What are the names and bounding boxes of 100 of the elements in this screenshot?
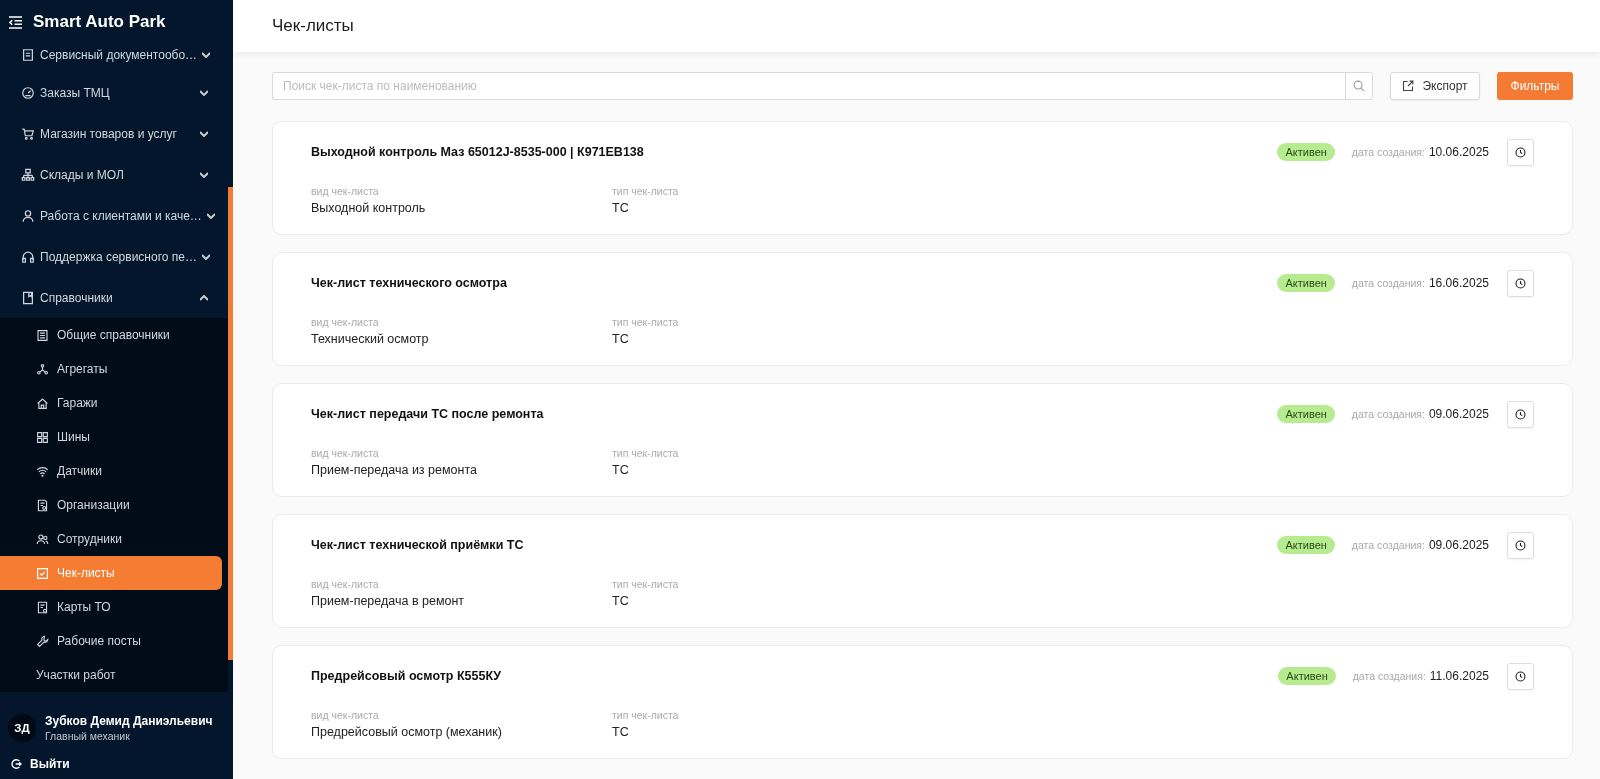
sidebar-item[interactable]: Поддержка сервисного пе… xyxy=(0,236,228,277)
status-badge: Активен xyxy=(1277,143,1335,161)
headset-icon xyxy=(21,249,35,264)
wrench-icon xyxy=(36,634,49,648)
sidebar-subitem[interactable]: Сотрудники xyxy=(0,522,222,556)
sidebar-item[interactable]: Работа с клиентами и каче… xyxy=(0,195,228,236)
cart-icon xyxy=(21,126,35,141)
sidebar-subitem[interactable]: Агрегаты xyxy=(0,352,222,386)
clock-icon xyxy=(1515,539,1526,551)
checklist-title: Выходной контроль Маз 65012J-8535-000 | К971ЕВ138 xyxy=(311,145,644,159)
clock-icon xyxy=(1515,277,1526,289)
field-label: вид чек-листа xyxy=(311,577,379,591)
status-badge: Активен xyxy=(1277,274,1335,292)
document-icon xyxy=(36,498,49,512)
field-label: тип чек-листа xyxy=(612,446,679,460)
user-name: Зубков Демид Даниэльевич xyxy=(45,714,213,728)
wifi-icon xyxy=(36,464,49,478)
field-value: Выходной контроль xyxy=(311,200,426,216)
history-button[interactable] xyxy=(1507,400,1534,428)
field-value: ТС xyxy=(612,593,629,609)
date-label: дата создания: xyxy=(1352,670,1426,682)
field-value: ТС xyxy=(612,462,629,478)
field-value: ТС xyxy=(612,331,629,347)
history-button[interactable] xyxy=(1507,662,1534,690)
field-value: Предрейсовый осмотр (механик) xyxy=(311,724,502,740)
checklist-title: Чек-лист технического осмотра xyxy=(311,276,507,290)
document-icon xyxy=(36,600,49,614)
clock-icon xyxy=(1515,408,1526,420)
field-value: Технический осмотр xyxy=(311,331,429,347)
grid-icon xyxy=(36,430,49,444)
sidebar-subitem[interactable]: Карты ТО xyxy=(0,590,222,624)
hierarchy-icon xyxy=(21,167,35,182)
history-button[interactable] xyxy=(1507,138,1534,166)
date-value: 09.06.2025 xyxy=(1428,407,1489,421)
page-title: Чек-листы xyxy=(272,16,354,36)
history-button[interactable] xyxy=(1507,269,1534,297)
nodes-icon xyxy=(36,362,49,376)
user-role: Главный механик xyxy=(45,730,131,742)
checklist-card[interactable]: Чек-лист технического осмотра Активен дата создания: 16.06.2025 вид чек-листа Технический осмотр тип чек-листа ТС xyxy=(272,252,1573,366)
checklist-card[interactable]: Предрейсовый осмотр К555КУ Активен дата создания: 11.06.2025 вид чек-листа Предрейсовый осмотр (механик) тип чек-листа ТС xyxy=(272,645,1573,759)
scrollbar-thumb[interactable] xyxy=(228,187,233,660)
avatar: ЗД xyxy=(8,714,36,742)
user-icon xyxy=(21,208,35,223)
field-value: Прием-передача из ремонта xyxy=(311,462,477,478)
sidebar-subitem[interactable]: Датчики xyxy=(0,454,222,488)
clock-icon xyxy=(1515,670,1526,682)
document-icon xyxy=(21,48,35,62)
history-button[interactable] xyxy=(1507,531,1534,559)
app-logo: Smart Auto Park xyxy=(33,12,166,32)
book-icon xyxy=(21,290,35,305)
field-label: тип чек-листа xyxy=(612,577,679,591)
field-label: тип чек-листа xyxy=(612,708,679,722)
date-label: дата создания: xyxy=(1351,539,1425,551)
checklist-title: Предрейсовый осмотр К555КУ xyxy=(311,669,502,683)
field-value: Прием-передача в ремонт xyxy=(311,593,465,609)
sidebar-item[interactable]: Справочники xyxy=(0,277,228,318)
checkbox-icon xyxy=(36,566,49,580)
export-icon xyxy=(1402,80,1415,92)
field-label: вид чек-листа xyxy=(311,315,379,329)
field-label: вид чек-листа xyxy=(311,708,379,722)
sidebar-subitem[interactable]: Шины xyxy=(0,420,222,454)
checklist-title: Чек-лист передачи ТС после ремонта xyxy=(311,407,544,421)
date-value: 11.06.2025 xyxy=(1429,669,1489,683)
checklist-card[interactable]: Чек-лист передачи ТС после ремонта Активен дата создания: 09.06.2025 вид чек-листа Прием-передача из ремонта тип чек-листа ТС xyxy=(272,383,1573,497)
date-value: 10.06.2025 xyxy=(1428,145,1489,159)
checklist-card[interactable]: Выходной контроль Маз 65012J-8535-000 | К971ЕВ138 Активен дата создания: 10.06.2025 вид чек-листа Выходной контроль тип чек-листа ТС xyxy=(272,121,1573,235)
sidebar-item[interactable]: Магазин товаров и услуг xyxy=(0,113,228,154)
export-button[interactable]: Экспорт xyxy=(1390,72,1480,100)
field-label: вид чек-листа xyxy=(311,446,379,460)
field-label: тип чек-листа xyxy=(612,315,679,329)
status-badge: Активен xyxy=(1277,536,1335,554)
checklist-card[interactable]: Чек-лист технической приёмки ТС Активен дата создания: 09.06.2025 вид чек-листа Прием-передача в ремонт тип чек-листа ТС xyxy=(272,514,1573,628)
date-value: 09.06.2025 xyxy=(1428,538,1489,552)
sidebar-subitem[interactable]: Организации xyxy=(0,488,222,522)
date-label: дата создания: xyxy=(1351,408,1425,420)
sidebar-item[interactable]: Склады и МОЛ xyxy=(0,154,228,195)
logout-button[interactable]: Выйти xyxy=(0,755,70,773)
list-icon xyxy=(36,328,49,342)
field-value: ТС xyxy=(612,724,629,740)
logout-icon xyxy=(10,758,22,770)
date-value: 16.06.2025 xyxy=(1428,276,1489,290)
sidebar-subitem[interactable]: Гаражи xyxy=(0,386,222,420)
sidebar-subitem[interactable]: Рабочие посты xyxy=(0,624,222,658)
menu-icon[interactable] xyxy=(8,15,23,29)
field-label: вид чек-листа xyxy=(311,184,379,198)
sidebar-subitem[interactable]: Общие справочники xyxy=(0,318,222,352)
clock-icon xyxy=(1515,146,1526,158)
sidebar-subitem[interactable]: Участки работ xyxy=(0,658,222,692)
checklist-title: Чек-лист технической приёмки ТС xyxy=(311,538,524,552)
search-field[interactable]: Поиск чек-листа по наименованию xyxy=(272,72,1345,100)
house-icon xyxy=(36,396,49,410)
search-icon xyxy=(1353,80,1365,92)
gauge-icon xyxy=(21,85,35,100)
status-badge: Активен xyxy=(1278,667,1336,685)
people-icon xyxy=(36,532,49,546)
status-badge: Активен xyxy=(1277,405,1335,423)
date-label: дата создания: xyxy=(1351,146,1425,158)
sidebar-item[interactable]: Сервисный документообо… xyxy=(0,38,228,72)
sidebar-item[interactable]: Заказы ТМЦ xyxy=(0,72,228,113)
field-label: тип чек-листа xyxy=(612,184,679,198)
